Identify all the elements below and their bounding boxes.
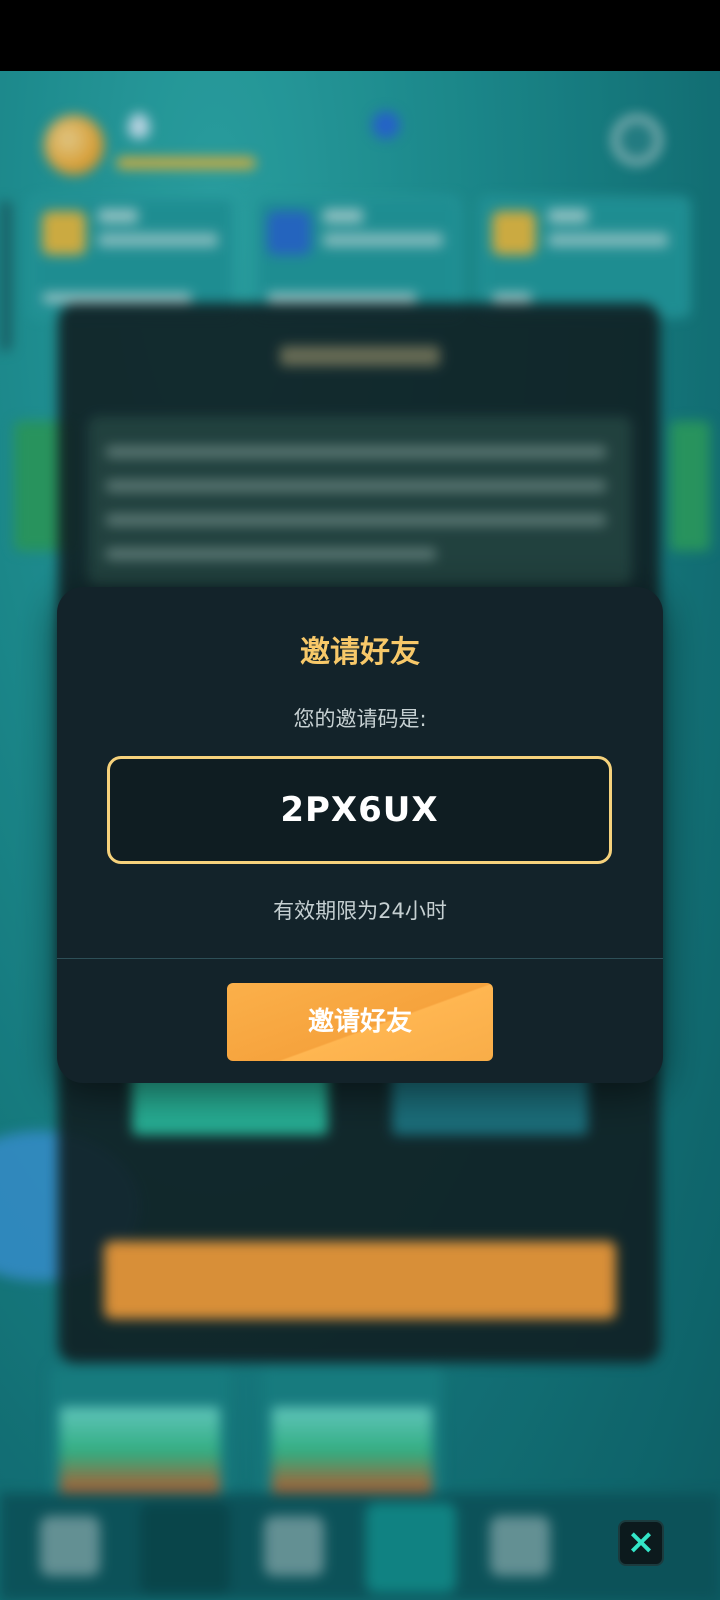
validity-note: 有效期限为24小时 [273, 899, 447, 923]
invite-code-label: 您的邀请码是: [293, 707, 427, 731]
background-invite-button [104, 1241, 616, 1319]
nav-item-highlight[interactable] [366, 1503, 456, 1593]
drop-icon [128, 113, 150, 139]
task-card[interactable] [255, 197, 460, 317]
task-card[interactable] [480, 197, 690, 317]
coin-icon [44, 115, 104, 175]
bottom-nav [0, 1493, 720, 1600]
divider [57, 958, 663, 959]
modal-title: 邀请好友 [300, 635, 420, 670]
side-tab[interactable] [0, 201, 12, 351]
background-strip [670, 421, 710, 551]
invite-modal: 邀请好友 您的邀请码是: 2PX6UX 有效期限为24小时 邀请好友 [57, 587, 663, 1083]
app-screen: × 邀请好友 您的邀请码是: 2PX6UX 有效期限为24小时 邀请好友 [0, 0, 720, 1600]
gear-icon[interactable] [612, 115, 662, 165]
close-icon[interactable]: × [618, 1520, 664, 1566]
nav-item[interactable] [264, 1516, 324, 1576]
invite-code[interactable]: 2PX6UX [110, 759, 609, 861]
gem-icon [372, 111, 400, 139]
background-panel-title [280, 346, 440, 366]
background-description [88, 416, 632, 586]
nav-item[interactable] [40, 1516, 100, 1576]
task-card[interactable] [30, 197, 235, 317]
nav-item[interactable] [490, 1516, 550, 1576]
invite-code-box[interactable]: 2PX6UX [107, 756, 612, 864]
nav-item-active[interactable] [140, 1503, 230, 1593]
invite-friends-button[interactable]: 邀请好友 [227, 983, 493, 1061]
status-bar [0, 0, 720, 71]
xp-bar [116, 157, 256, 169]
